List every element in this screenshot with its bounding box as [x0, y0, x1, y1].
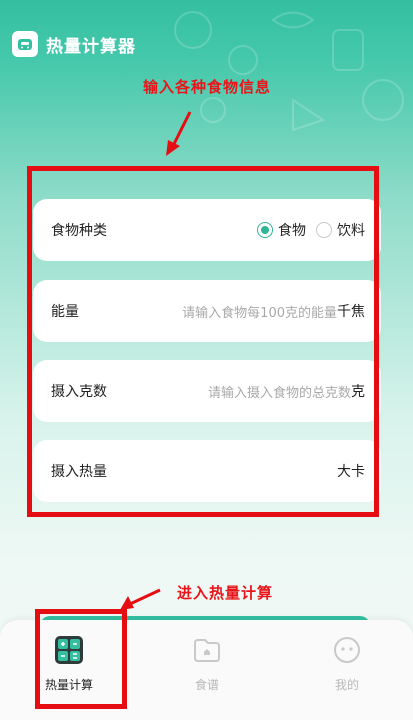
annotation-highlight-tab [35, 609, 127, 709]
tab-label: 食谱 [194, 678, 219, 692]
tab-label: 我的 [334, 678, 359, 692]
tab-mine[interactable]: 我的 [302, 634, 392, 693]
annotation-highlight-form [27, 166, 379, 517]
app-header: 热量计算器 [12, 28, 136, 60]
face-icon [331, 634, 363, 666]
folder-icon [191, 634, 223, 666]
annotation-arrow-top [166, 111, 192, 156]
annotation-input-food-info: 输入各种食物信息 [143, 78, 272, 96]
app-logo-icon [12, 31, 38, 57]
annotation-enter-calc: 进入热量计算 [177, 584, 274, 602]
app-title: 热量计算器 [46, 36, 136, 57]
tab-recipes[interactable]: 食谱 [162, 634, 252, 693]
